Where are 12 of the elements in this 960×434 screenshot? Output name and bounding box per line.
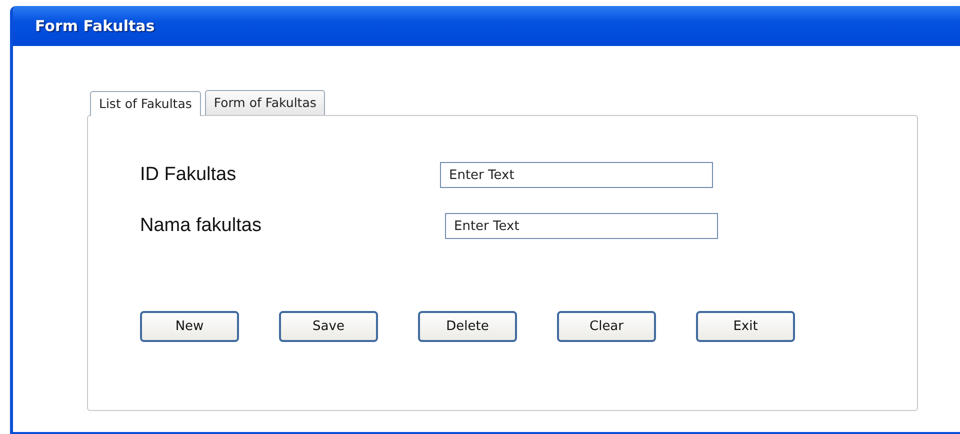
- window-title: Form Fakultas: [35, 17, 155, 35]
- action-button[interactable]: Save: [279, 311, 378, 342]
- text-field[interactable]: Enter Text: [445, 213, 718, 239]
- action-button[interactable]: New: [140, 311, 239, 342]
- action-button[interactable]: Delete: [418, 311, 517, 342]
- tab[interactable]: List of Fakultas: [90, 91, 201, 116]
- field-label: ID Fakultas: [140, 164, 238, 186]
- text-field[interactable]: Enter Text: [440, 162, 713, 188]
- action-button[interactable]: Exit: [696, 311, 795, 342]
- tab[interactable]: Form of Fakultas: [204, 90, 326, 115]
- action-button[interactable]: Clear: [557, 311, 656, 342]
- field-label: Nama fakultas: [140, 215, 262, 237]
